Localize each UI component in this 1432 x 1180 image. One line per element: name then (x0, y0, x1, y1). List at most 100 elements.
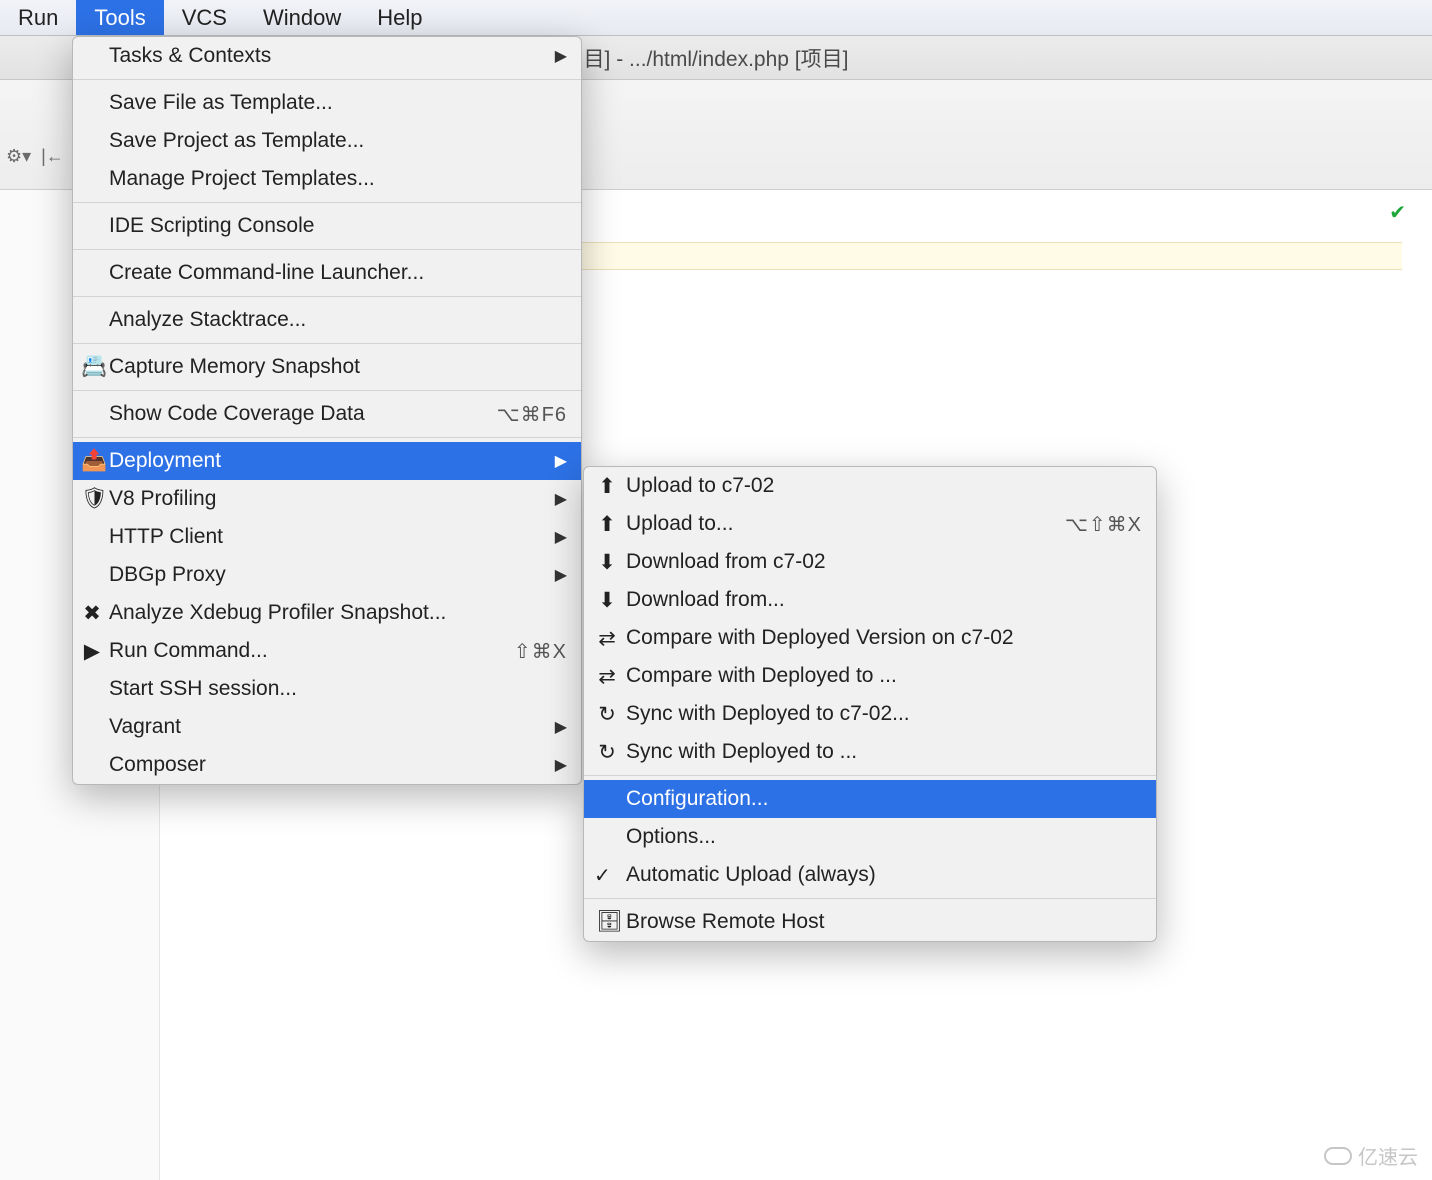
tools-menu-item[interactable]: Save File as Template... (73, 84, 581, 122)
tools-menu-item[interactable]: ▶Run Command...⇧⌘X (73, 632, 581, 670)
deployment-menu-item[interactable]: ⬆ Upload to c7-02 (584, 467, 1156, 505)
menu-item-label: Save File as Template... (109, 91, 567, 115)
menu-item-label: Browse Remote Host (626, 910, 1142, 934)
shortcut: ⇧⌘X (514, 639, 567, 664)
watermark-text: 亿速云 (1358, 1141, 1418, 1170)
check-icon: ✓ (594, 863, 611, 888)
menu-item-label: Compare with Deployed Version on c7-02 (626, 626, 1142, 650)
menu-item-icon: 🗄 (596, 910, 618, 934)
deployment-menu-item[interactable]: 🗄 Browse Remote Host (584, 903, 1156, 941)
menu-item-icon: ⬆ (596, 474, 618, 499)
menu-item-label: DBGp Proxy (109, 563, 547, 587)
menu-item-label: Options... (626, 825, 1142, 849)
tools-menu-item[interactable]: Save Project as Template... (73, 122, 581, 160)
deployment-menu-item[interactable]: ⇄ Compare with Deployed Version on c7-02 (584, 619, 1156, 657)
submenu-arrow-icon: ▶ (555, 755, 567, 775)
cloud-icon (1324, 1147, 1352, 1165)
submenu-arrow-icon: ▶ (555, 451, 567, 471)
menu-item-label: Automatic Upload (always) (626, 863, 1142, 887)
menu-item-label: IDE Scripting Console (109, 214, 567, 238)
watermark: 亿速云 (1324, 1141, 1418, 1170)
tools-dropdown-menu: Tasks & Contexts ▶ Save File as Template..… (72, 36, 582, 785)
submenu-arrow-icon: ▶ (555, 527, 567, 547)
tools-menu-item[interactable]: Manage Project Templates... (73, 160, 581, 198)
shortcut: ⌥⌘F6 (497, 402, 567, 427)
deployment-menu-item[interactable]: ⬆ Upload to...⌥⇧⌘X (584, 505, 1156, 543)
shortcut: ⌥⇧⌘X (1065, 512, 1142, 537)
menu-item-label: V8 Profiling (109, 487, 547, 511)
deployment-menu-item[interactable]: ⬇ Download from c7-02 (584, 543, 1156, 581)
menu-item-icon: ⬆ (596, 512, 618, 537)
menubar: RunToolsVCSWindowHelp (0, 0, 1432, 36)
separator (73, 390, 581, 391)
separator (584, 775, 1156, 776)
menu-item-icon: ▶ (81, 639, 103, 664)
tools-menu-item[interactable]: Tasks & Contexts ▶ (73, 37, 581, 75)
menu-run[interactable]: Run (0, 0, 76, 35)
menu-tools[interactable]: Tools (76, 0, 163, 35)
tools-menu-item[interactable]: IDE Scripting Console (73, 207, 581, 245)
submenu-arrow-icon: ▶ (555, 46, 567, 66)
menu-item-icon: ✖ (81, 601, 103, 626)
menu-item-label: Start SSH session... (109, 677, 567, 701)
deployment-menu-item[interactable]: ⬇ Download from... (584, 581, 1156, 619)
deployment-menu-item[interactable]: Configuration... (584, 780, 1156, 818)
menu-item-icon: ⇄ (596, 626, 618, 651)
menu-item-label: Deployment (109, 449, 547, 473)
tools-menu-item[interactable]: 📇Capture Memory Snapshot (73, 348, 581, 386)
tools-menu-item[interactable]: Start SSH session... (73, 670, 581, 708)
menu-item-label: Upload to... (626, 512, 1065, 536)
submenu-arrow-icon: ▶ (555, 489, 567, 509)
menu-item-icon: ⬇ (596, 588, 618, 613)
menu-item-label: Save Project as Template... (109, 129, 567, 153)
tools-menu-item[interactable]: HTTP Client ▶ (73, 518, 581, 556)
tools-menu-item[interactable]: 📤Deployment ▶ (73, 442, 581, 480)
deployment-menu-item[interactable]: ↻ Sync with Deployed to ... (584, 733, 1156, 771)
menu-item-label: Create Command-line Launcher... (109, 261, 567, 285)
deployment-submenu: ⬆ Upload to c7-02 ⬆ Upload to...⌥⇧⌘X ⬇ Downlo… (583, 466, 1157, 942)
toolbar-icons: ⚙︎▾ |← (6, 146, 64, 167)
gear-icon[interactable]: ⚙︎▾ (6, 146, 31, 167)
submenu-arrow-icon: ▶ (555, 565, 567, 585)
separator (73, 437, 581, 438)
menu-item-label: Show Code Coverage Data (109, 402, 497, 426)
tools-menu-item[interactable]: ✖Analyze Xdebug Profiler Snapshot... (73, 594, 581, 632)
menu-item-label: Compare with Deployed to ... (626, 664, 1142, 688)
collapse-icon[interactable]: |← (41, 146, 64, 167)
deployment-menu-item[interactable]: ⇄ Compare with Deployed to ... (584, 657, 1156, 695)
menu-item-label: Download from c7-02 (626, 550, 1142, 574)
menu-item-label: Manage Project Templates... (109, 167, 567, 191)
deployment-menu-item[interactable]: Options... (584, 818, 1156, 856)
menu-item-icon: ⇄ (596, 664, 618, 689)
tools-menu-item[interactable]: Create Command-line Launcher... (73, 254, 581, 292)
menu-vcs[interactable]: VCS (164, 0, 245, 35)
menu-item-label: Vagrant (109, 715, 547, 739)
status-check-icon: ✔ (1389, 200, 1406, 225)
tools-menu-item[interactable]: DBGp Proxy ▶ (73, 556, 581, 594)
menu-item-label: Upload to c7-02 (626, 474, 1142, 498)
deployment-menu-item[interactable]: ✓ Automatic Upload (always) (584, 856, 1156, 894)
menu-item-label: Sync with Deployed to ... (626, 740, 1142, 764)
separator (73, 296, 581, 297)
separator (584, 898, 1156, 899)
menu-item-label: Download from... (626, 588, 1142, 612)
menu-item-label: Run Command... (109, 639, 514, 663)
tools-menu-item[interactable]: Vagrant▶ (73, 708, 581, 746)
menu-item-label: Tasks & Contexts (109, 44, 547, 68)
tools-menu-item[interactable]: 🛡V8 Profiling▶ (73, 480, 581, 518)
menu-item-icon: ↻ (596, 702, 618, 727)
separator (73, 343, 581, 344)
tools-menu-item[interactable]: Show Code Coverage Data⌥⌘F6 (73, 395, 581, 433)
tools-menu-item[interactable]: Analyze Stacktrace... (73, 301, 581, 339)
menu-item-icon: ⬇ (596, 550, 618, 575)
menu-item-label: Analyze Xdebug Profiler Snapshot... (109, 601, 567, 625)
menu-help[interactable]: Help (359, 0, 440, 35)
menu-window[interactable]: Window (245, 0, 359, 35)
menu-item-label: HTTP Client (109, 525, 547, 549)
menu-item-icon: ↻ (596, 740, 618, 765)
menu-item-label: Sync with Deployed to c7-02... (626, 702, 1142, 726)
menu-item-icon: 📤 (81, 449, 103, 473)
tools-menu-item[interactable]: Composer ▶ (73, 746, 581, 784)
deployment-menu-item[interactable]: ↻ Sync with Deployed to c7-02... (584, 695, 1156, 733)
menu-item-label: Composer (109, 753, 547, 777)
